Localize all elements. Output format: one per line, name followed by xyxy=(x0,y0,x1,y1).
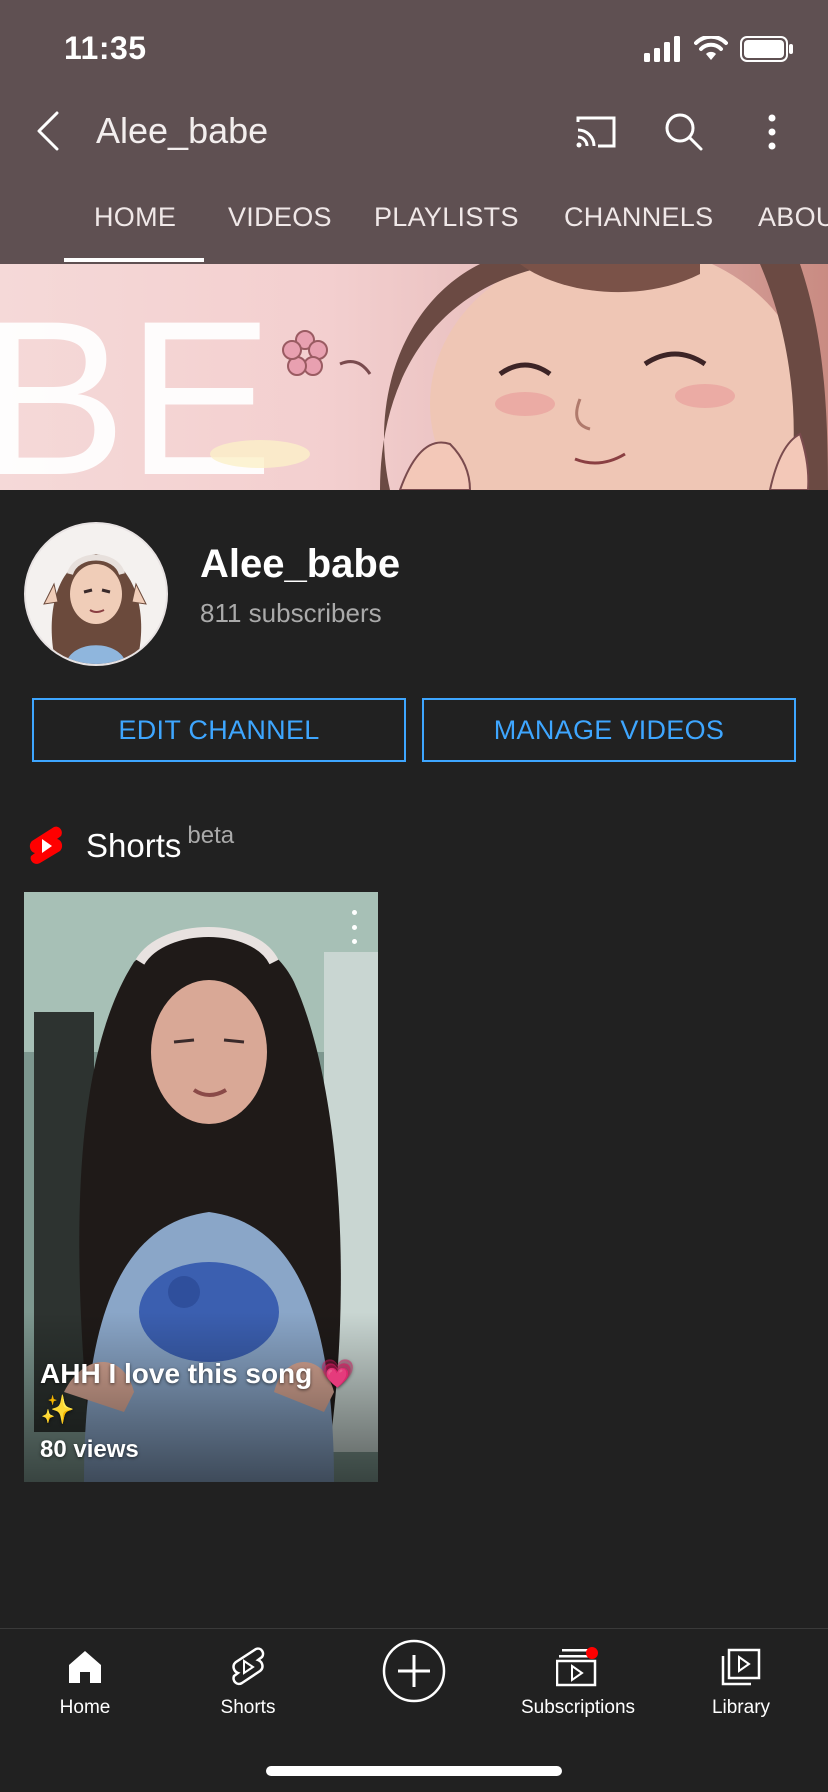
channel-tabs: HOME VIDEOS PLAYLISTS CHANNELS ABOU xyxy=(0,190,828,264)
more-options-button[interactable] xyxy=(744,104,800,160)
channel-header-bar: 11:35 Alee_babe HOME VIDEOS PLAYLISTS CH… xyxy=(0,0,828,264)
nav-subscriptions[interactable]: Subscriptions xyxy=(498,1629,658,1739)
cast-button[interactable] xyxy=(568,104,624,160)
nav-label-shorts: Shorts xyxy=(220,1697,276,1718)
back-arrow-icon xyxy=(37,111,59,151)
short-video-card[interactable]: AHH I love this song 💗 ✨ 80 views xyxy=(24,892,378,1482)
shorts-section-header: Shorts beta xyxy=(28,822,234,870)
page-title: Alee_babe xyxy=(96,110,269,151)
nav-label-home: Home xyxy=(59,1697,111,1718)
banner-art: BE xyxy=(0,264,828,490)
nav-library[interactable]: Library xyxy=(661,1629,821,1739)
short-views: 80 views xyxy=(40,1436,139,1463)
shorts-icon xyxy=(232,1647,265,1686)
search-button[interactable] xyxy=(656,104,712,160)
nav-label-subscriptions: Subscriptions xyxy=(520,1697,636,1718)
nav-home[interactable]: Home xyxy=(5,1629,165,1739)
beta-badge: beta xyxy=(187,822,235,849)
short-menu-button[interactable] xyxy=(344,910,364,944)
tab-playlists[interactable]: PLAYLISTS xyxy=(374,202,519,233)
nav-create[interactable] xyxy=(334,1629,494,1739)
avatar-art xyxy=(26,524,166,664)
tab-about[interactable]: ABOU xyxy=(758,202,828,233)
library-icon xyxy=(721,1648,761,1686)
nav-label-library: Library xyxy=(711,1697,771,1718)
more-vert-icon xyxy=(768,114,776,150)
subscriber-count: 811 subscribers xyxy=(200,598,382,628)
nav-shorts[interactable]: Shorts xyxy=(168,1629,328,1739)
tab-channels[interactable]: CHANNELS xyxy=(564,202,713,233)
home-indicator[interactable] xyxy=(266,1766,562,1776)
tab-home[interactable]: HOME xyxy=(94,202,176,233)
search-icon xyxy=(665,113,703,151)
channel-name: Alee_babe xyxy=(200,542,401,586)
tab-videos[interactable]: VIDEOS xyxy=(228,202,332,233)
signal-icon xyxy=(644,36,680,62)
channel-banner: BE xyxy=(0,264,828,490)
manage-videos-button[interactable]: MANAGE VIDEOS xyxy=(422,698,796,762)
channel-avatar[interactable] xyxy=(24,522,168,666)
app-header: Alee_babe xyxy=(0,96,828,168)
wifi-icon xyxy=(694,36,728,60)
active-tab-indicator xyxy=(64,258,204,262)
status-icons xyxy=(644,36,794,62)
status-time: 11:35 xyxy=(64,30,147,66)
battery-icon xyxy=(740,36,793,62)
create-icon xyxy=(382,1639,446,1703)
shorts-label: Shorts xyxy=(86,827,182,864)
edit-channel-button[interactable]: EDIT CHANNEL xyxy=(32,698,406,762)
shorts-logo-icon xyxy=(29,826,63,864)
cast-icon xyxy=(576,116,616,148)
back-button[interactable] xyxy=(28,106,68,156)
short-title: AHH I love this song 💗 ✨ xyxy=(40,1358,355,1425)
subscriptions-icon xyxy=(556,1647,598,1687)
more-vert-icon xyxy=(351,910,357,915)
home-icon xyxy=(69,1651,101,1683)
